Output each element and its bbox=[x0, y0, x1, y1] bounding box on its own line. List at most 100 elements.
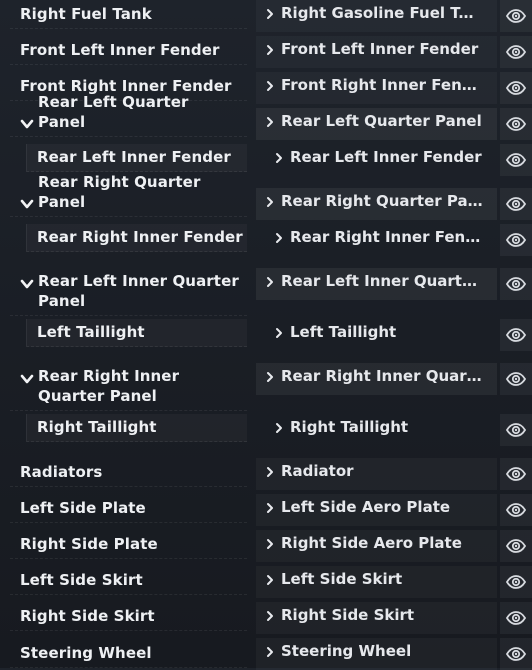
chevron-right-icon bbox=[267, 647, 273, 657]
source-part-label: Right Side Plate bbox=[20, 535, 158, 553]
target-part-label: Right Taillight bbox=[290, 418, 409, 436]
target-part-selector[interactable]: Rear Right Inner Quarter ... bbox=[256, 363, 497, 395]
source-part-label: Rear Left Inner Fender bbox=[37, 148, 231, 166]
source-part-cell: Right Taillight bbox=[26, 414, 247, 442]
eye-icon bbox=[506, 45, 526, 59]
eye-icon bbox=[506, 9, 526, 23]
target-part-label: Rear Right Inner Fender bbox=[290, 228, 483, 246]
target-part-selector[interactable]: Right Gasoline Fuel Tank bbox=[256, 0, 497, 32]
group-label: Rear Right Inner Quarter Panel bbox=[38, 367, 180, 405]
visibility-toggle-button[interactable] bbox=[500, 188, 532, 220]
chevron-right-icon bbox=[267, 81, 273, 91]
target-part-selector[interactable]: Right Side Aero Plate bbox=[256, 530, 497, 562]
chevron-right-icon bbox=[267, 575, 273, 585]
visibility-toggle-button[interactable] bbox=[500, 0, 532, 32]
source-part-label: Right Fuel Tank bbox=[20, 5, 152, 23]
group-header[interactable]: Rear Right Quarter Panel bbox=[10, 173, 247, 217]
eye-icon bbox=[506, 503, 526, 517]
target-part-selector[interactable]: Front Right Inner Fender bbox=[256, 72, 497, 104]
visibility-toggle-button[interactable] bbox=[500, 530, 532, 562]
eye-icon bbox=[506, 423, 526, 437]
parts-row: Left Side Skirt Left Side Skirt bbox=[0, 566, 532, 598]
eye-icon bbox=[506, 372, 526, 386]
target-part-label: Front Right Inner Fender bbox=[281, 76, 483, 94]
target-part-selector[interactable]: Rear Left Inner Fender bbox=[264, 144, 497, 176]
parts-row: Radiators Radiator bbox=[0, 458, 532, 490]
parts-row: Front Left Inner Fender Front Left Inner … bbox=[0, 36, 532, 68]
source-part-label: Left Side Plate bbox=[20, 499, 146, 517]
visibility-toggle-button[interactable] bbox=[500, 414, 532, 446]
chevron-right-icon bbox=[276, 233, 282, 243]
eye-icon bbox=[506, 328, 526, 342]
target-part-label: Rear Left Quarter Panel bbox=[281, 112, 482, 130]
target-part-selector[interactable]: Front Left Inner Fender bbox=[256, 36, 497, 68]
group-label: Rear Right Quarter Panel bbox=[38, 173, 201, 211]
visibility-toggle-button[interactable] bbox=[500, 268, 532, 300]
target-part-selector[interactable]: Rear Left Quarter Panel bbox=[256, 108, 497, 140]
target-part-label: Steering Wheel bbox=[281, 642, 412, 660]
chevron-right-icon bbox=[267, 467, 273, 477]
eye-icon bbox=[506, 197, 526, 211]
parts-row: Right Side Plate Right Side Aero Plate bbox=[0, 530, 532, 562]
parts-row: Left Side Plate Left Side Aero Plate bbox=[0, 494, 532, 526]
parts-row: Rear Right Inner Quarter Panel Rear Right… bbox=[0, 363, 532, 411]
chevron-right-icon bbox=[267, 9, 273, 19]
visibility-toggle-button[interactable] bbox=[500, 72, 532, 104]
visibility-toggle-button[interactable] bbox=[500, 144, 532, 176]
visibility-toggle-button[interactable] bbox=[500, 458, 532, 490]
target-part-label: Rear Right Inner Quarter ... bbox=[281, 367, 483, 385]
target-part-selector[interactable]: Left Side Skirt bbox=[256, 566, 497, 598]
source-part-cell: Front Left Inner Fender bbox=[10, 36, 247, 65]
source-part-cell: Steering Wheel bbox=[10, 638, 247, 668]
group-header[interactable]: Rear Left Quarter Panel bbox=[10, 93, 247, 137]
visibility-toggle-button[interactable] bbox=[500, 224, 532, 256]
target-part-selector[interactable]: Left Side Aero Plate bbox=[256, 494, 497, 526]
visibility-toggle-button[interactable] bbox=[500, 638, 532, 670]
source-part-cell: Left Taillight bbox=[26, 319, 247, 347]
target-part-label: Left Taillight bbox=[290, 323, 397, 341]
eye-icon bbox=[506, 611, 526, 625]
target-part-label: Right Side Aero Plate bbox=[281, 534, 462, 552]
chevron-right-icon bbox=[267, 117, 273, 127]
visibility-toggle-button[interactable] bbox=[500, 494, 532, 526]
visibility-toggle-button[interactable] bbox=[500, 363, 532, 395]
group-header[interactable]: Rear Left Inner Quarter Panel bbox=[10, 268, 247, 316]
chevron-right-icon bbox=[267, 197, 273, 207]
target-part-selector[interactable]: Radiator bbox=[256, 458, 497, 490]
source-part-cell: Rear Right Inner Fender bbox=[26, 224, 247, 252]
chevron-down-icon[interactable] bbox=[19, 116, 35, 132]
parts-row: Right Side Skirt Right Side Skirt bbox=[0, 602, 532, 634]
chevron-down-icon[interactable] bbox=[19, 196, 35, 212]
chevron-right-icon bbox=[267, 539, 273, 549]
target-part-selector[interactable]: Rear Right Inner Fender bbox=[264, 224, 497, 256]
chevron-down-icon[interactable] bbox=[19, 276, 35, 292]
target-part-label: Right Side Skirt bbox=[281, 606, 415, 624]
visibility-toggle-button[interactable] bbox=[500, 319, 532, 351]
parts-row: Left Taillight Left Taillight bbox=[0, 319, 532, 351]
visibility-toggle-button[interactable] bbox=[500, 566, 532, 598]
visibility-toggle-button[interactable] bbox=[500, 36, 532, 68]
eye-icon bbox=[506, 647, 526, 661]
source-part-label: Left Taillight bbox=[37, 323, 145, 341]
target-part-selector[interactable]: Left Taillight bbox=[264, 319, 497, 351]
target-part-selector[interactable]: Right Taillight bbox=[264, 414, 497, 446]
target-part-label: Right Gasoline Fuel Tank bbox=[281, 4, 483, 22]
target-part-selector[interactable]: Rear Right Quarter Panel bbox=[256, 188, 497, 220]
group-header[interactable]: Rear Right Inner Quarter Panel bbox=[10, 363, 247, 411]
target-part-label: Rear Left Inner Fender bbox=[290, 148, 482, 166]
source-part-cell: Radiators bbox=[10, 458, 247, 487]
chevron-down-icon[interactable] bbox=[19, 371, 35, 387]
target-part-selector[interactable]: Steering Wheel bbox=[256, 638, 497, 670]
source-part-cell: Right Side Skirt bbox=[10, 602, 247, 631]
target-part-selector[interactable]: Right Side Skirt bbox=[256, 602, 497, 634]
visibility-toggle-button[interactable] bbox=[500, 108, 532, 140]
source-part-label: Rear Right Inner Fender bbox=[37, 228, 243, 246]
parts-row: Rear Left Inner Quarter Panel Rear Left I… bbox=[0, 268, 532, 316]
target-part-selector[interactable]: Rear Left Inner Quarter P... bbox=[256, 268, 497, 300]
source-part-label: Right Side Skirt bbox=[20, 607, 155, 625]
source-part-cell: Right Fuel Tank bbox=[10, 0, 247, 29]
visibility-toggle-button[interactable] bbox=[500, 602, 532, 634]
source-part-cell: Rear Left Inner Fender bbox=[26, 144, 247, 172]
parts-row: Right Fuel Tank Right Gasoline Fuel Tank bbox=[0, 0, 532, 32]
chevron-right-icon bbox=[267, 503, 273, 513]
